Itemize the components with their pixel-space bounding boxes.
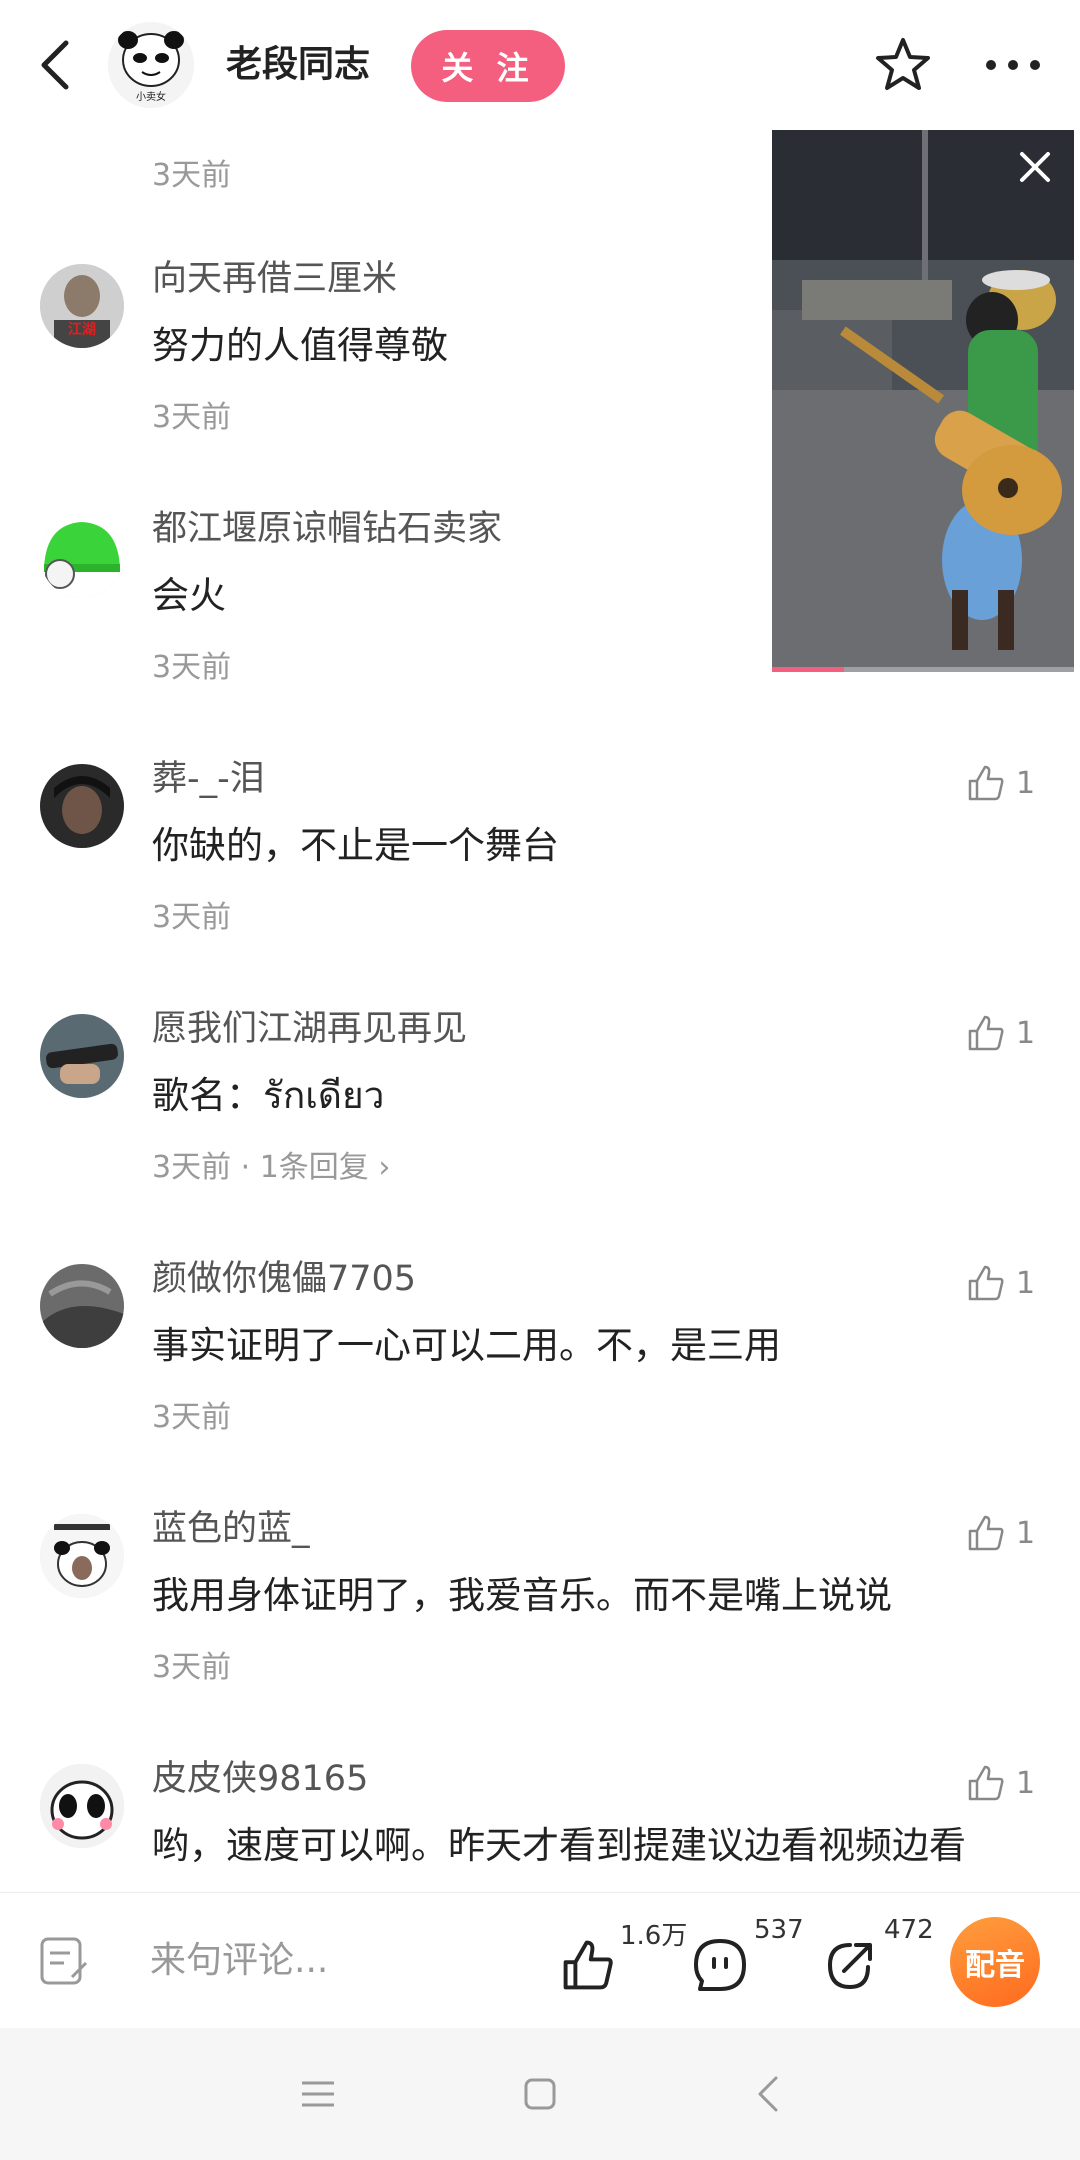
like-count: 1 bbox=[1016, 1265, 1036, 1301]
avatar-image bbox=[40, 1014, 124, 1098]
comment-item: 蓝色的蓝_ 我用身体证明了，我爱音乐。而不是嘴上说说 3天前 1 bbox=[0, 1500, 1080, 1750]
thumbs-up-icon bbox=[563, 1940, 613, 1990]
share-button[interactable]: 472 bbox=[822, 1915, 934, 1997]
comment-author[interactable]: 都江堰原谅帽钻石卖家 bbox=[152, 504, 502, 554]
comment-author[interactable]: 颜做你傀儡7705 bbox=[152, 1254, 416, 1304]
svg-text:江湖: 江湖 bbox=[68, 321, 96, 338]
home-button[interactable] bbox=[510, 2064, 570, 2124]
dub-button[interactable]: 配音 bbox=[950, 1917, 1040, 2007]
thumbs-up-icon bbox=[968, 1515, 1004, 1551]
comment-author[interactable]: 葬-_-泪 bbox=[152, 754, 265, 804]
like-button[interactable]: 1 bbox=[966, 1008, 1035, 1058]
comment-time: 3天前 bbox=[152, 650, 232, 685]
thumbs-up-icon bbox=[968, 1765, 1004, 1801]
video-progress-bar[interactable] bbox=[772, 667, 1074, 672]
more-dots-icon bbox=[986, 60, 1040, 70]
comment-time: 3天前 bbox=[152, 900, 232, 935]
like-button[interactable]: 1 bbox=[966, 758, 1035, 808]
chevron-left-icon bbox=[41, 40, 69, 90]
like-count: 1 bbox=[1016, 1015, 1036, 1051]
thumbs-up-icon bbox=[968, 1015, 1004, 1051]
menu-icon bbox=[302, 2081, 334, 2107]
comment-time: 3天前 bbox=[152, 158, 232, 193]
author-avatar[interactable]: 小卖女 bbox=[108, 22, 194, 108]
video-comment-count: 537 bbox=[754, 1915, 804, 1945]
avatar-image bbox=[40, 764, 124, 848]
comment-time: 3天前 · 1条回复 › bbox=[152, 1146, 390, 1190]
reply-count-link[interactable]: 1条回复 › bbox=[260, 1150, 391, 1185]
like-count: 1 bbox=[1016, 1515, 1036, 1551]
favorite-button[interactable] bbox=[868, 30, 938, 100]
comment-text: 会火 bbox=[152, 574, 226, 617]
panda-meme-avatar: 小卖女 bbox=[108, 22, 194, 108]
avatar[interactable] bbox=[40, 764, 124, 848]
comments-button[interactable]: 537 bbox=[692, 1915, 804, 1997]
comment-author[interactable]: 向天再借三厘米 bbox=[152, 254, 397, 304]
bottom-action-bar: 来句评论... 1.6万 537 472 配音 bbox=[0, 1892, 1080, 2028]
edit-comment-button[interactable] bbox=[36, 1933, 92, 1989]
system-navigation-bar bbox=[0, 2028, 1080, 2160]
like-video-button[interactable]: 1.6万 bbox=[560, 1921, 687, 1997]
cartoon-avatar-image bbox=[40, 1764, 124, 1848]
follow-button[interactable]: 关 注 bbox=[411, 30, 565, 102]
back-arrow-icon bbox=[758, 2076, 778, 2112]
close-video-button[interactable] bbox=[1010, 142, 1060, 192]
comment-author[interactable]: 蓝色的蓝_ bbox=[152, 1504, 310, 1554]
comment-item: 皮皮侠98165 哟，速度可以啊。昨天才看到提建议边看视频边看 1 bbox=[0, 1750, 1080, 1892]
comment-text: 歌名：รักเดียว bbox=[152, 1074, 385, 1117]
comment-time: 3天前 bbox=[152, 400, 232, 435]
share-icon bbox=[827, 1943, 872, 1990]
comment-item: 颜做你傀儡7705 事实证明了一心可以二用。不，是三用 3天前 1 bbox=[0, 1250, 1080, 1500]
comment-time: 3天前 bbox=[152, 1400, 232, 1435]
author-name[interactable]: 老段同志 bbox=[226, 40, 370, 90]
floating-video-player[interactable] bbox=[772, 130, 1074, 672]
avatar[interactable] bbox=[40, 1514, 124, 1598]
comment-time: 3天前 bbox=[152, 1650, 232, 1685]
like-count: 1 bbox=[1016, 765, 1036, 801]
avatar-image bbox=[40, 1264, 124, 1348]
thumbs-up-icon bbox=[968, 765, 1004, 801]
thumbs-up-icon bbox=[968, 1265, 1004, 1301]
video-share-count: 472 bbox=[884, 1915, 934, 1945]
like-button[interactable]: 1 bbox=[966, 1758, 1035, 1808]
avatar[interactable] bbox=[40, 1764, 124, 1848]
close-icon bbox=[1020, 152, 1050, 182]
video-progress-fill bbox=[772, 667, 845, 672]
edit-icon bbox=[40, 1937, 88, 1985]
comment-author[interactable]: 愿我们江湖再见再见 bbox=[152, 1004, 467, 1054]
comment-time-value: 3天前 · bbox=[152, 1150, 260, 1185]
home-square-icon bbox=[524, 2078, 556, 2110]
comment-text: 你缺的，不止是一个舞台 bbox=[152, 824, 559, 867]
comment-text: 我用身体证明了，我爱音乐。而不是嘴上说说 bbox=[152, 1574, 892, 1617]
comment-text: 事实证明了一心可以二用。不，是三用 bbox=[152, 1324, 781, 1367]
avatar-image: 江湖 bbox=[40, 264, 124, 348]
green-hat-avatar-image bbox=[40, 514, 124, 598]
comment-author[interactable]: 皮皮侠98165 bbox=[152, 1754, 368, 1804]
comment-item: 愿我们江湖再见再见 歌名：รักเดียว 3天前 · 1条回复 › 1 bbox=[0, 1000, 1080, 1250]
avatar[interactable] bbox=[40, 1264, 124, 1348]
video-frame bbox=[772, 130, 1074, 672]
avatar[interactable] bbox=[40, 1014, 124, 1098]
top-bar: 小卖女 老段同志 关 注 bbox=[0, 0, 1080, 130]
video-like-count: 1.6万 bbox=[620, 1921, 688, 1951]
like-button[interactable]: 1 bbox=[966, 1258, 1035, 1308]
comment-text: 努力的人值得尊敬 bbox=[152, 324, 448, 367]
comment-input[interactable]: 来句评论... bbox=[150, 1933, 328, 1989]
comment-text: 哟，速度可以啊。昨天才看到提建议边看视频边看 bbox=[152, 1824, 966, 1867]
avatar[interactable] bbox=[40, 514, 124, 598]
panda-avatar-image bbox=[40, 1514, 124, 1598]
menu-button[interactable] bbox=[288, 2064, 348, 2124]
more-button[interactable] bbox=[978, 30, 1048, 100]
star-icon bbox=[876, 38, 930, 90]
svg-text:小卖女: 小卖女 bbox=[136, 90, 166, 103]
system-back-button[interactable] bbox=[738, 2064, 798, 2124]
comment-bubble-icon bbox=[694, 1939, 746, 1991]
comment-item: 葬-_-泪 你缺的，不止是一个舞台 3天前 1 bbox=[0, 750, 1080, 1000]
like-count: 1 bbox=[1016, 1765, 1036, 1801]
avatar[interactable]: 江湖 bbox=[40, 264, 124, 348]
like-button[interactable]: 1 bbox=[966, 1508, 1035, 1558]
back-button[interactable] bbox=[30, 30, 80, 100]
